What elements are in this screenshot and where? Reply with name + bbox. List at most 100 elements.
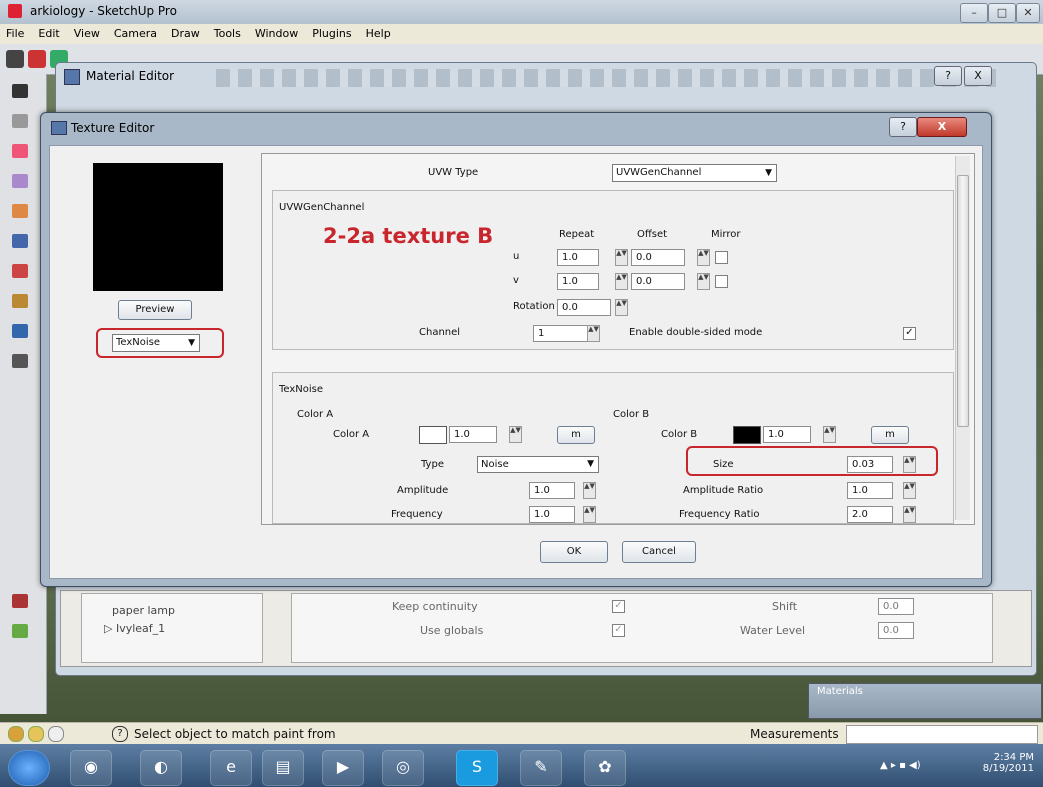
color-a-stepper[interactable]: ▲▼ bbox=[509, 426, 522, 443]
amplitude-input[interactable]: 1.0 bbox=[529, 482, 575, 499]
color-b-multiplier-input[interactable]: 1.0 bbox=[763, 426, 811, 443]
ok-button[interactable]: OK bbox=[540, 541, 608, 563]
repeat-header: Repeat bbox=[559, 229, 595, 240]
v-repeat-stepper[interactable]: ▲▼ bbox=[615, 273, 628, 290]
water-level-label: Water Level bbox=[740, 624, 806, 637]
color-b-group-label: Color B bbox=[613, 409, 650, 420]
paint-icon[interactable]: ✿ bbox=[584, 750, 626, 786]
skype-icon[interactable]: S bbox=[456, 750, 498, 786]
rectangle-tool-icon[interactable] bbox=[12, 114, 28, 128]
chrome-icon[interactable]: ◉ bbox=[70, 750, 112, 786]
rotation-stepper[interactable]: ▲▼ bbox=[615, 299, 628, 316]
uvw-type-value: UVWGenChannel bbox=[616, 167, 702, 178]
measurements-label: Measurements bbox=[750, 727, 839, 741]
color-a-map-button[interactable]: m bbox=[557, 426, 595, 444]
amplitude-ratio-stepper[interactable]: ▲▼ bbox=[903, 482, 916, 499]
double-sided-checkbox[interactable]: ✓ bbox=[903, 327, 916, 340]
close-app-button[interactable]: ✕ bbox=[1016, 3, 1040, 23]
u-mirror-checkbox[interactable] bbox=[715, 251, 728, 264]
file-explorer-icon[interactable]: ▤ bbox=[262, 750, 304, 786]
menu-tools[interactable]: Tools bbox=[214, 27, 241, 40]
menu-window[interactable]: Window bbox=[255, 27, 298, 40]
walk-tool-icon[interactable] bbox=[12, 594, 28, 608]
channel-stepper[interactable]: ▲▼ bbox=[587, 325, 600, 342]
menu-edit[interactable]: Edit bbox=[38, 27, 59, 40]
u-label: u bbox=[513, 251, 520, 262]
orbit-tool-icon[interactable] bbox=[12, 324, 28, 338]
media-player-icon[interactable]: ▶ bbox=[322, 750, 364, 786]
rotation-input[interactable]: 0.0 bbox=[557, 299, 611, 316]
color-b-swatch[interactable] bbox=[733, 426, 761, 444]
sketchup-taskbar-icon[interactable]: ✎ bbox=[520, 750, 562, 786]
material-help-button[interactable]: ? bbox=[934, 66, 962, 86]
close-palette-icon[interactable] bbox=[12, 84, 28, 98]
pencil-tool-icon[interactable] bbox=[28, 50, 46, 68]
u-offset-input[interactable]: 0.0 bbox=[631, 249, 685, 266]
color-b-stepper[interactable]: ▲▼ bbox=[823, 426, 836, 443]
user-icon[interactable] bbox=[48, 726, 64, 742]
clock[interactable]: 2:34 PM 8/19/2011 bbox=[972, 752, 1034, 774]
scale-tool-icon[interactable] bbox=[12, 264, 28, 278]
keep-continuity-checkbox[interactable]: ✓ bbox=[612, 600, 625, 613]
texture-help-button[interactable]: ? bbox=[889, 117, 917, 137]
amplitude-ratio-input[interactable]: 1.0 bbox=[847, 482, 893, 499]
v-repeat-input[interactable]: 1.0 bbox=[557, 273, 599, 290]
tape-tool-icon[interactable] bbox=[12, 294, 28, 308]
material-close-button[interactable]: X bbox=[964, 66, 992, 86]
app-icon[interactable]: ◎ bbox=[382, 750, 424, 786]
amplitude-stepper[interactable]: ▲▼ bbox=[583, 482, 596, 499]
menu-view[interactable]: View bbox=[74, 27, 100, 40]
help-icon[interactable]: ? bbox=[112, 726, 128, 742]
zoom-tool-icon[interactable] bbox=[12, 354, 28, 368]
menu-draw[interactable]: Draw bbox=[171, 27, 200, 40]
materials-tray[interactable]: Materials bbox=[808, 683, 1042, 719]
measurements-input[interactable] bbox=[846, 725, 1038, 744]
noise-type-value: Noise bbox=[481, 459, 509, 470]
app-titlebar: arkiology - SketchUp Pro – □ ✕ bbox=[0, 0, 1043, 25]
frequency-ratio-stepper[interactable]: ▲▼ bbox=[903, 506, 916, 523]
start-button-icon[interactable] bbox=[8, 750, 50, 786]
v-offset-stepper[interactable]: ▲▼ bbox=[697, 273, 710, 290]
maximize-button[interactable]: □ bbox=[988, 3, 1016, 23]
list-item[interactable]: ▷ Ivyleaf_1 bbox=[104, 622, 165, 635]
menu-camera[interactable]: Camera bbox=[114, 27, 157, 40]
component-icon[interactable] bbox=[12, 624, 28, 638]
rotate-tool-icon[interactable] bbox=[12, 234, 28, 248]
list-item[interactable]: paper lamp bbox=[112, 604, 175, 617]
paint-bucket-icon[interactable] bbox=[12, 144, 28, 158]
cancel-button[interactable]: Cancel bbox=[622, 541, 696, 563]
texture-close-button[interactable]: X bbox=[917, 117, 967, 137]
use-globals-checkbox[interactable]: ✓ bbox=[612, 624, 625, 637]
v-offset-input[interactable]: 0.0 bbox=[631, 273, 685, 290]
geo-location-icon[interactable] bbox=[8, 726, 24, 742]
select-tool-icon[interactable] bbox=[6, 50, 24, 68]
shift-input[interactable]: 0.0 bbox=[878, 598, 914, 615]
internet-explorer-icon[interactable]: e bbox=[210, 750, 252, 786]
minimize-button[interactable]: – bbox=[960, 3, 988, 23]
frequency-stepper[interactable]: ▲▼ bbox=[583, 506, 596, 523]
frequency-input[interactable]: 1.0 bbox=[529, 506, 575, 523]
firefox-icon[interactable]: ◐ bbox=[140, 750, 182, 786]
scrollbar-thumb[interactable] bbox=[957, 175, 969, 427]
noise-type-select[interactable]: Noise ▼ bbox=[477, 456, 599, 473]
color-b-map-button[interactable]: m bbox=[871, 426, 909, 444]
menu-file[interactable]: File bbox=[6, 27, 24, 40]
menu-plugins[interactable]: Plugins bbox=[312, 27, 351, 40]
credits-icon[interactable] bbox=[28, 726, 44, 742]
push-pull-icon[interactable] bbox=[12, 174, 28, 188]
app-title: arkiology - SketchUp Pro bbox=[30, 4, 177, 18]
menu-help[interactable]: Help bbox=[366, 27, 391, 40]
uvw-type-select[interactable]: UVWGenChannel ▼ bbox=[612, 164, 777, 182]
preview-button[interactable]: Preview bbox=[118, 300, 192, 320]
color-a-multiplier-input[interactable]: 1.0 bbox=[449, 426, 497, 443]
u-repeat-input[interactable]: 1.0 bbox=[557, 249, 599, 266]
water-level-input[interactable]: 0.0 bbox=[878, 622, 914, 639]
move-tool-icon[interactable] bbox=[12, 204, 28, 218]
chevron-down-icon: ▼ bbox=[587, 459, 594, 469]
frequency-ratio-input[interactable]: 2.0 bbox=[847, 506, 893, 523]
u-repeat-stepper[interactable]: ▲▼ bbox=[615, 249, 628, 266]
texture-editor-title: Texture Editor bbox=[71, 121, 155, 135]
v-mirror-checkbox[interactable] bbox=[715, 275, 728, 288]
u-offset-stepper[interactable]: ▲▼ bbox=[697, 249, 710, 266]
color-a-swatch[interactable] bbox=[419, 426, 447, 444]
